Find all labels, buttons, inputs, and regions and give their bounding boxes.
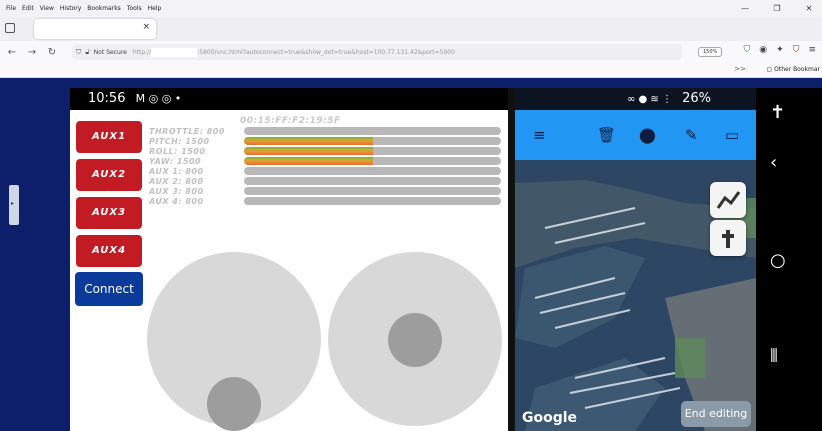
google-attribution: Google — [522, 410, 578, 426]
menu-edit[interactable]: Edit — [22, 5, 34, 12]
map-view[interactable]: ∞ ● ≋ ⋮ 26% ≡ 🗑︎ ⬤ ✎ ▭ Google End editin… — [515, 88, 756, 431]
channel-label-aux3: AUX 3: 800 — [149, 187, 204, 196]
zoom-badge[interactable]: 150% — [698, 47, 723, 57]
map-status-bar: ∞ ● ≋ ⋮ 26% — [515, 88, 756, 110]
menu-bar: File Edit View History Bookmarks Tools H… — [0, 0, 822, 17]
status-right-icons: ∞ ● ≋ ⋮ — [627, 94, 672, 105]
channel-label-pitch: PITCH: 1500 — [149, 137, 210, 146]
chevron-right-icon: ▸ — [11, 200, 15, 207]
pin-icon[interactable] — [710, 220, 746, 256]
url-bar[interactable]: ⛉ 🔓︎ Not Secure http:// :5800/vnc.html?a… — [72, 44, 723, 60]
lock-icon[interactable]: 🔓︎ — [85, 48, 90, 57]
toolbar-icons: ⛉ ◉ ✦ ⛉ ≡ — [744, 45, 816, 55]
close-window-icon[interactable]: ✕ — [796, 0, 822, 17]
menu-view[interactable]: View — [40, 5, 54, 12]
map-toolbar: ≡ 🗑︎ ⬤ ✎ ▭ — [515, 110, 756, 160]
channel-bar-aux4 — [244, 197, 501, 205]
url-redacted — [151, 47, 198, 57]
ublock-icon[interactable]: ⛉ — [793, 45, 800, 55]
back-icon[interactable]: ‹ — [770, 152, 777, 173]
navigation-bar: ← → ↻ ⛉ 🔓︎ Not Secure http:// :5800/vnc.… — [0, 41, 822, 63]
channel-bar-yaw — [244, 157, 501, 165]
other-bookmarks-label: Other Bookmar — [774, 66, 820, 73]
add-location-icon[interactable]: ⬤ — [639, 126, 656, 144]
aux4-button[interactable]: AUX4 — [76, 235, 142, 267]
recents-icon[interactable]: ⦀ — [770, 346, 778, 367]
right-joystick-knob[interactable] — [388, 313, 442, 367]
reload-icon[interactable]: ↻ — [44, 47, 60, 58]
end-editing-button[interactable]: End editing — [681, 401, 751, 427]
connect-button[interactable]: Connect — [75, 272, 143, 306]
menu-tools[interactable]: Tools — [127, 5, 142, 12]
shield-icon[interactable]: ⛉ — [76, 48, 81, 57]
menu-icon[interactable]: ≡ — [533, 126, 546, 144]
channel-bar-aux3 — [244, 187, 501, 195]
polyline-icon[interactable] — [710, 182, 746, 218]
minimize-icon[interactable]: — — [732, 0, 758, 17]
back-icon[interactable]: ← — [4, 47, 20, 58]
battery-level: 26% — [682, 91, 712, 106]
channel-bar-aux1 — [244, 167, 501, 175]
aux2-button[interactable]: AUX2 — [76, 159, 142, 191]
bookmarks-overflow-icon[interactable]: >> — [734, 65, 746, 73]
trash-icon[interactable]: 🗑︎ — [597, 126, 616, 144]
channel-label-roll: ROLL: 1500 — [149, 147, 206, 156]
tab-active[interactable]: × — [34, 19, 156, 39]
menu-help[interactable]: Help — [148, 5, 162, 12]
channel-label-yaw: YAW: 1500 — [149, 157, 202, 166]
tab-close-icon[interactable]: × — [142, 22, 150, 32]
tab-list-icon[interactable] — [5, 23, 15, 33]
bookmarks-bar: >> ▢ Other Bookmar — [0, 63, 822, 78]
rectangle-icon[interactable]: ▭ — [725, 126, 739, 144]
clock: 10:56 — [88, 91, 126, 106]
channel-bar-roll — [244, 147, 501, 155]
accessibility-icon[interactable]: ✝︎ — [770, 102, 785, 123]
menu-icon[interactable]: ≡ — [808, 45, 816, 55]
channel-bar-pitch — [244, 137, 501, 145]
aux1-button[interactable]: AUX1 — [76, 121, 142, 153]
not-secure-label: Not Secure — [93, 48, 127, 56]
maximize-icon[interactable]: ❐ — [764, 0, 790, 17]
channel-label-aux2: AUX 2: 800 — [149, 177, 204, 186]
url-path: :5800/vnc.html?autoconnect=true&show_dot… — [197, 48, 455, 56]
channel-bar-throttle — [244, 127, 501, 135]
brush-icon[interactable]: ✎ — [685, 126, 698, 144]
account-icon[interactable]: ◉ — [759, 45, 767, 55]
menu-history[interactable]: History — [60, 5, 81, 12]
channel-bar-aux2 — [244, 177, 501, 185]
channel-label-aux1: AUX 1: 800 — [149, 167, 204, 176]
menu-bookmarks[interactable]: Bookmarks — [87, 5, 121, 12]
home-icon[interactable]: ○ — [770, 250, 786, 271]
android-nav-bar: ✝︎ ‹ ○ ⦀ — [756, 88, 822, 431]
left-joystick-knob[interactable] — [207, 377, 261, 431]
aux3-button[interactable]: AUX3 — [76, 197, 142, 229]
channel-label-throttle: THROTTLE: 800 — [149, 127, 225, 136]
device-mac-address: 00:15:FF:F2:19:5F — [240, 116, 341, 126]
other-bookmarks[interactable]: ▢ Other Bookmar — [767, 66, 820, 73]
forward-icon[interactable]: → — [24, 47, 40, 58]
extension-shield-icon[interactable]: ⛉ — [744, 45, 751, 55]
menu-file[interactable]: File — [6, 5, 16, 12]
url-prefix: http:// — [132, 48, 152, 56]
channel-label-aux4: AUX 4: 800 — [149, 197, 204, 206]
phone-status-bar: 10:56 M ◎ ◎ • — [70, 88, 508, 110]
status-icons: M ◎ ◎ • — [135, 92, 182, 105]
extensions-icon[interactable]: ✦ — [776, 45, 784, 55]
vnc-sidebar-handle[interactable]: ▸ — [9, 185, 19, 225]
tab-bar: × — [0, 17, 822, 41]
